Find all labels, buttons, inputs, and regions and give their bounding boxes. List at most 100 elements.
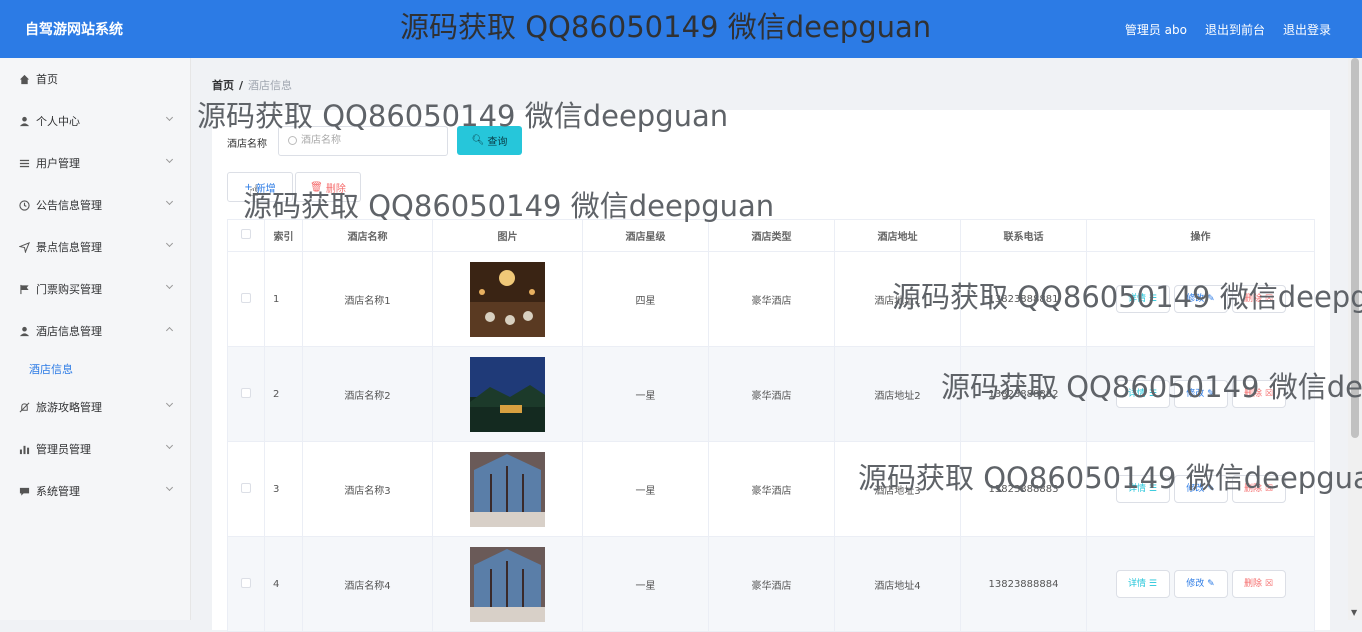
- row-checkbox[interactable]: [241, 387, 251, 398]
- search-button-label: 查询: [487, 137, 508, 148]
- sidebar-item-notices[interactable]: 公告信息管理: [0, 184, 190, 226]
- logout-link[interactable]: 退出登录: [1283, 21, 1331, 38]
- to-frontend-link[interactable]: 退出到前台: [1205, 21, 1265, 38]
- trash-icon: 🗑︎: [310, 181, 323, 193]
- remove-button[interactable]: 删除 ☒: [1231, 475, 1286, 503]
- edit-button[interactable]: 修改 ✎: [1173, 570, 1228, 598]
- chevron-down-icon: [165, 197, 174, 206]
- table-row: 1 酒店名称1 四星 豪华酒店 酒店地址1 13823888881 详情 ☰ 修…: [227, 251, 1315, 347]
- ops-cell: 详情 ☰ 修改 ✎ 删除 ☒: [1086, 251, 1315, 347]
- phone-cell: 13823888884: [960, 536, 1087, 632]
- sidebar-item-home[interactable]: 首页: [0, 58, 190, 100]
- top-bar: 自驾游网站系统 源码获取 QQ86050149 微信deepguan 管理员 a…: [0, 0, 1362, 58]
- sidebar-item-label: 旅游攻略管理: [36, 401, 102, 414]
- scroll-down-icon[interactable]: ▼: [1351, 608, 1357, 617]
- row-checkbox[interactable]: [241, 577, 251, 588]
- page-scrollbar[interactable]: ▼: [1348, 58, 1362, 620]
- remove-label: 删除: [1244, 484, 1263, 494]
- edit-label: 修改: [1186, 579, 1205, 589]
- delete-button[interactable]: 🗑︎ 删除: [295, 172, 361, 202]
- edit-label: 修改: [1186, 484, 1205, 494]
- phone-cell: 13823888883: [960, 441, 1087, 537]
- star-cell: 四星: [582, 251, 709, 347]
- index-cell: 4: [264, 536, 303, 632]
- list-icon: [18, 157, 30, 169]
- remove-button[interactable]: 删除 ☒: [1231, 380, 1286, 408]
- sidebar-item-system[interactable]: 系统管理: [0, 470, 190, 512]
- pencil-icon: ✎: [1207, 579, 1215, 589]
- trash-icon: ☒: [1264, 389, 1273, 399]
- admin-label[interactable]: 管理员 abo: [1125, 21, 1187, 38]
- send-icon: [18, 241, 30, 253]
- hand-cursor-icon: ☝︎: [249, 181, 259, 200]
- edit-button[interactable]: 修改 ✎: [1173, 380, 1228, 408]
- sidebar-item-scenic[interactable]: 景点信息管理: [0, 226, 190, 268]
- add-button[interactable]: + 新增: [227, 172, 293, 202]
- column-header: 酒店地址: [834, 219, 961, 252]
- scrollbar-thumb[interactable]: [1351, 58, 1359, 438]
- chevron-up-icon: [165, 326, 174, 335]
- sidebar-item-tickets[interactable]: 门票购买管理: [0, 268, 190, 310]
- type-cell: 豪华酒店: [708, 441, 835, 537]
- edit-button[interactable]: 修改 ✎: [1173, 475, 1228, 503]
- select-all-header[interactable]: [227, 219, 265, 252]
- hotel-image[interactable]: [470, 451, 545, 527]
- row-checkbox[interactable]: [241, 482, 251, 493]
- address-cell: 酒店地址4: [834, 536, 961, 632]
- sidebar-item-label: 酒店信息管理: [36, 325, 102, 338]
- sidebar-item-label: 首页: [36, 73, 58, 86]
- row-select-cell: [227, 251, 265, 347]
- remove-button[interactable]: 删除 ☒: [1231, 285, 1286, 313]
- detail-button[interactable]: 详情 ☰: [1115, 380, 1170, 408]
- sidebar-subitem-hotel-info[interactable]: 酒店信息: [0, 352, 190, 386]
- trash-icon: ☒: [1264, 294, 1273, 304]
- star-cell: 一星: [582, 346, 709, 442]
- sidebar-item-users[interactable]: 用户管理: [0, 142, 190, 184]
- star-cell: 一星: [582, 536, 709, 632]
- search-button[interactable]: 🔍︎ 查询: [457, 126, 522, 155]
- index-cell: 1: [264, 251, 303, 347]
- sidebar-item-profile[interactable]: 个人中心: [0, 100, 190, 142]
- sidebar-item-label: 管理员管理: [36, 443, 91, 456]
- detail-button[interactable]: 详情 ☰: [1115, 475, 1170, 503]
- breadcrumb-current: 酒店信息: [248, 79, 293, 92]
- remove-button[interactable]: 删除 ☒: [1231, 570, 1286, 598]
- sidebar-item-guides[interactable]: 旅游攻略管理: [0, 386, 190, 428]
- chevron-down-icon: [165, 399, 174, 408]
- hotel-image[interactable]: [470, 261, 545, 337]
- index-cell: 2: [264, 346, 303, 442]
- row-checkbox[interactable]: [241, 292, 251, 303]
- image-cell: [432, 251, 583, 347]
- table-row: 4 酒店名称4 一星 豪华酒店 酒店地址4 13823888884 详情 ☰ 修…: [227, 536, 1315, 632]
- ops-cell: 详情 ☰ 修改 ✎ 删除 ☒: [1086, 536, 1315, 632]
- address-cell: 酒店地址3: [834, 441, 961, 537]
- search-input[interactable]: 酒店名称: [278, 126, 448, 156]
- clock-icon: [18, 199, 30, 211]
- type-cell: 豪华酒店: [708, 251, 835, 347]
- detail-button[interactable]: 详情 ☰: [1115, 570, 1170, 598]
- hotel-image[interactable]: [470, 546, 545, 622]
- chevron-down-icon: [165, 441, 174, 450]
- hotel-image[interactable]: [470, 356, 545, 432]
- trash-icon: ☒: [1264, 484, 1273, 494]
- hotel-name-cell: 酒店名称3: [302, 441, 433, 537]
- sidebar-item-hotels[interactable]: 酒店信息管理: [0, 310, 190, 352]
- detail-label: 详情: [1128, 579, 1147, 589]
- image-cell: [432, 441, 583, 537]
- sidebar: 首页 个人中心 用户管理 公告信息管理 景点信息管理 门票购买管理 酒店信息管理…: [0, 58, 191, 620]
- bar-chart-icon: [18, 443, 30, 455]
- edit-button[interactable]: 修改 ✎: [1173, 285, 1228, 313]
- breadcrumb-home[interactable]: 首页: [212, 79, 234, 92]
- detail-button[interactable]: 详情 ☰: [1115, 285, 1170, 313]
- row-select-cell: [227, 536, 265, 632]
- chevron-down-icon: [165, 281, 174, 290]
- sidebar-item-label: 系统管理: [36, 485, 80, 498]
- type-cell: 豪华酒店: [708, 536, 835, 632]
- home-icon: [18, 73, 30, 85]
- chat-icon: [18, 485, 30, 497]
- index-cell: 3: [264, 441, 303, 537]
- document-icon: ☰: [1148, 294, 1157, 304]
- chevron-down-icon: [165, 155, 174, 164]
- select-all-checkbox[interactable]: [241, 229, 251, 239]
- sidebar-item-admins[interactable]: 管理员管理: [0, 428, 190, 470]
